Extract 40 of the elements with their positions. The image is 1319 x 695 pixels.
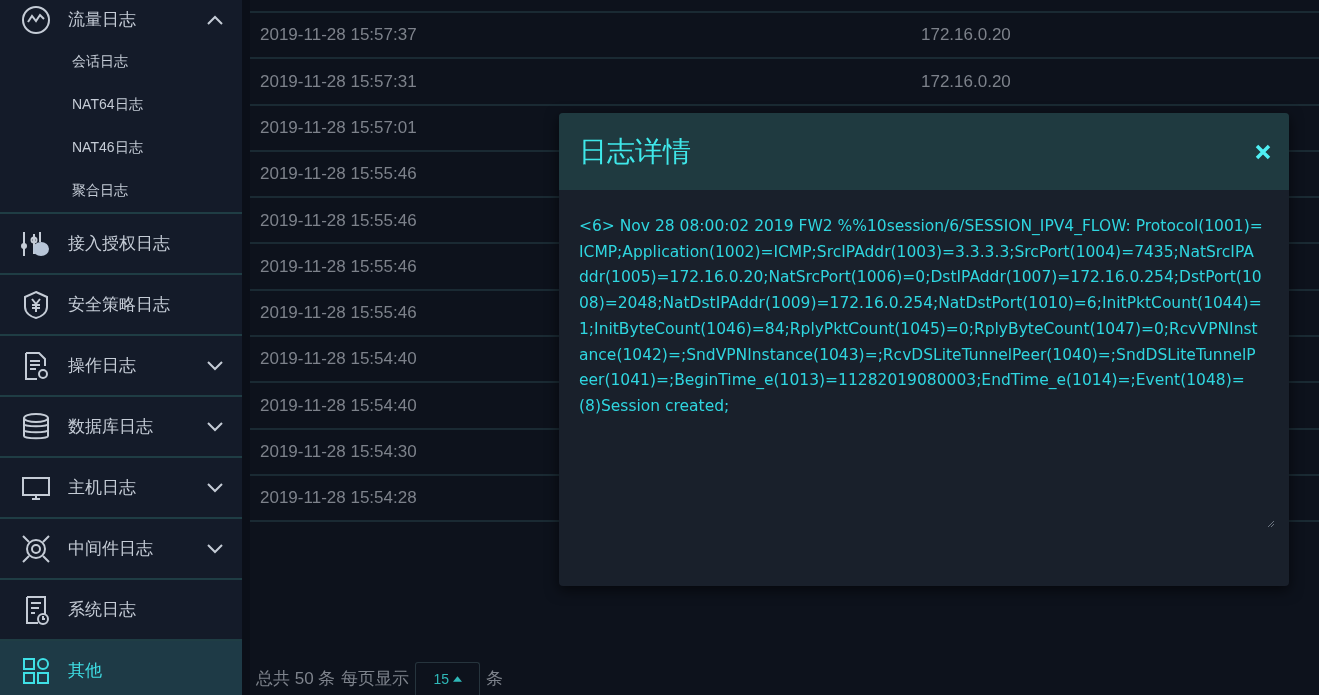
caret-up-icon <box>453 676 463 682</box>
table-cell: 2019-11-28 15:57:31 <box>260 71 417 91</box>
sidebar-item[interactable]: 主机日志 <box>0 456 242 517</box>
chevron-down-icon <box>206 420 224 433</box>
submenu-item[interactable]: 会话日志 <box>0 40 242 83</box>
table-cell-text: 172.16.0.20 <box>921 24 1011 47</box>
resize-grip-icon <box>1267 520 1275 528</box>
page-size-unit: 条 <box>486 667 504 690</box>
table-cell: 2019-11-28 15:54:40 <box>260 395 417 415</box>
submenu-item[interactable]: 聚合日志 <box>0 169 242 212</box>
table-cell: 2019-11-28 15:55:46 <box>260 303 417 323</box>
sidebar-item[interactable]: 数据库日志 <box>0 395 242 456</box>
chevron-up-icon <box>206 14 224 26</box>
table-cell: 2019-11-28 15:54:28 <box>260 488 417 508</box>
table-cell: 2019-11-28 15:55:46 <box>260 256 417 276</box>
submenu-item[interactable]: NAT64日志 <box>0 83 242 126</box>
sidebar-item[interactable]: 其他 <box>0 639 242 695</box>
sidebar-item[interactable]: 中间件日志 <box>0 517 242 578</box>
table-cell-text: 172.16.0.20 <box>921 70 1011 93</box>
dialog-title: 日志详情 <box>579 133 691 170</box>
page-size-select[interactable]: 15 <box>415 662 481 695</box>
submenu-item[interactable]: NAT46日志 <box>0 126 242 169</box>
table-cell: 2019-11-28 15:54:40 <box>260 349 417 369</box>
sidebar-item[interactable]: 接入授权日志 <box>0 212 242 273</box>
chevron-down-icon <box>206 359 224 372</box>
sidebar-item[interactable]: 操作日志 <box>0 334 242 395</box>
sidebar-item[interactable]: 安全策略日志 <box>0 273 242 334</box>
table-cell: 2019-11-28 15:55:46 <box>260 210 417 230</box>
table-cell: 2019-11-28 15:57:37 <box>260 25 417 45</box>
chevron-down-icon <box>206 481 224 494</box>
close-icon[interactable] <box>1255 143 1271 160</box>
table-cell: 2019-11-28 15:55:46 <box>260 164 417 184</box>
log-message: <6> Nov 28 08:00:02 2019 FW2 %%10session/6/SESSION_IPV4_FLOW: Protocol(1001)=ICMP;Application(1002)=ICMP;SrcIPAddr(1003)=3.3.3.3;SrcPort(1004)=7435;NatSrcIPAddr(1005)=172.16.0.20;NatSrcPort(1006)=0;DstIPAddr(1007)=172.16.0.254;DstPort(1008)=2048;NatDstIPAddr(1009)=172.16.0.254;NatDstPort(1010)=6;InitPktCount(1044)=1;InitByteCount(1046)=84;RplyPktCount(1045)=0;RplyByteCount(1047)=0;RcvVPNInstance(1042)=;SndVPNInstance(1043)=;RcvDSLiteTunnelPeer(1040)=;SndDSLiteTunnelPeer(1041)=;BeginTime_e(1013)=11282019080003;EndTime_e(1014)=;Event(1048)=(8)Session created; <box>578 216 1264 417</box>
sidebar-item[interactable]: 流量日志 <box>0 0 242 40</box>
page-size-label: 每页显示 <box>341 667 410 690</box>
table-cell: 2019-11-28 15:57:01 <box>260 118 417 137</box>
target-icon <box>20 532 52 565</box>
chevron-down-icon <box>206 542 224 555</box>
total-count: 总共 50 条 <box>256 667 336 690</box>
table-cell: 2019-11-28 15:54:30 <box>260 442 417 462</box>
